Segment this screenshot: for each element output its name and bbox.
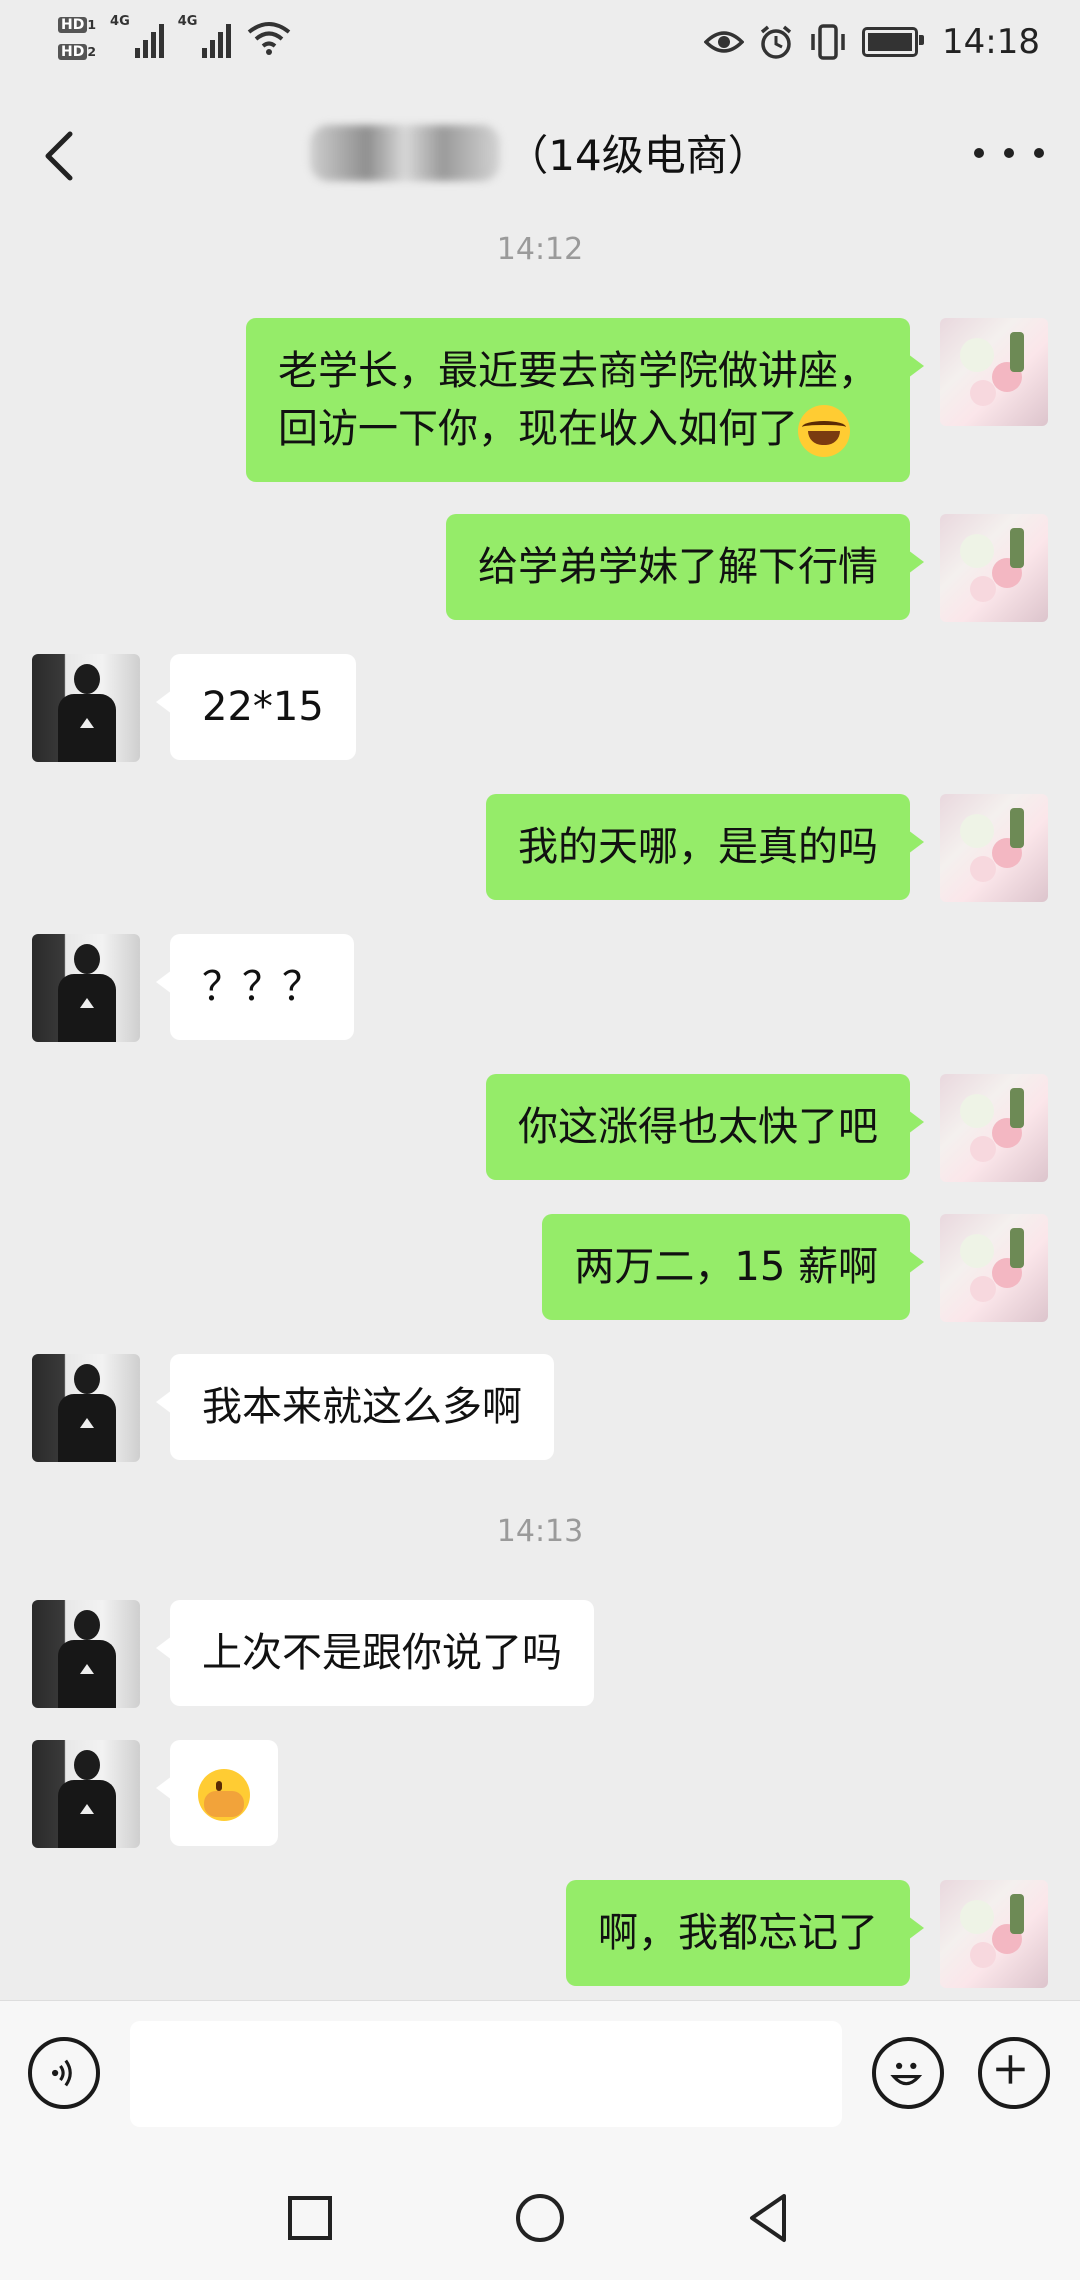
hd2-sub: 2 xyxy=(87,44,97,59)
facepalm-emoji-icon xyxy=(198,1769,250,1821)
message-text: 上次不是跟你说了吗 xyxy=(202,1630,562,1676)
chat-title-text: （14级电商） xyxy=(506,131,770,180)
contact-avatar[interactable] xyxy=(32,934,140,1042)
my-avatar[interactable] xyxy=(940,514,1048,622)
message-input[interactable] xyxy=(130,2021,842,2127)
hd1-sub: 1 xyxy=(87,17,97,32)
hd1-label: HD xyxy=(58,17,88,33)
timestamp: 14:12 xyxy=(496,232,584,267)
plus-icon[interactable] xyxy=(978,2037,1050,2109)
more-options-icon[interactable] xyxy=(974,128,1044,178)
emoji-icon[interactable] xyxy=(872,2037,944,2109)
message-text: 啊，我都忘记了 xyxy=(598,1910,878,1956)
message-bubble-received[interactable] xyxy=(156,1740,278,1846)
message-text: 给学弟学妹了解下行情 xyxy=(478,544,878,590)
chat-title: （14级电商） xyxy=(0,122,1080,183)
message-text: 两万二，15 薪啊 xyxy=(574,1244,878,1290)
hd-voice-indicators: HD 1 HD 2 xyxy=(58,14,96,62)
my-avatar[interactable] xyxy=(940,318,1048,426)
message-text: 我的天哪，是真的吗 xyxy=(518,824,878,870)
battery-icon xyxy=(862,27,925,57)
signal-icon-sim2: 4G xyxy=(178,14,232,58)
home-icon[interactable] xyxy=(510,2188,570,2248)
back-nav-icon[interactable] xyxy=(740,2188,800,2248)
message-text: 22*15 xyxy=(202,684,324,730)
system-nav-bar xyxy=(0,2150,1080,2280)
my-avatar[interactable] xyxy=(940,1074,1048,1182)
message-text: ？？？ xyxy=(202,964,322,1010)
message-text: 回访一下你，现在收入如何了 xyxy=(278,406,798,452)
message-bubble-sent[interactable]: 你这涨得也太快了吧 xyxy=(486,1074,924,1180)
message-bubble-received[interactable]: 22*15 xyxy=(156,654,356,760)
net1-label: 4G xyxy=(110,14,130,29)
status-bar: HD 1 HD 2 4G 4G 14:18 xyxy=(0,0,1080,92)
vibrate-icon xyxy=(811,24,845,60)
voice-icon[interactable] xyxy=(28,2037,100,2109)
hd2-label: HD xyxy=(58,44,88,60)
blurred-contact-name xyxy=(310,124,501,181)
wifi-icon xyxy=(248,22,291,55)
message-bubble-received[interactable]: 我本来就这么多啊 xyxy=(156,1354,554,1460)
recent-apps-icon[interactable] xyxy=(280,2188,340,2248)
laughing-tears-emoji-icon xyxy=(798,405,850,457)
message-text: 你这涨得也太快了吧 xyxy=(518,1104,878,1150)
message-bubble-sent[interactable]: 给学弟学妹了解下行情 xyxy=(446,514,924,620)
status-time: 14:18 xyxy=(942,22,1040,62)
message-bubble-received[interactable]: ？？？ xyxy=(156,934,354,1040)
message-bubble-sent[interactable]: 老学长，最近要去商学院做讲座， 回访一下你，现在收入如何了 xyxy=(246,318,924,482)
contact-avatar[interactable] xyxy=(32,1740,140,1848)
message-text: 老学长，最近要去商学院做讲座， xyxy=(278,348,878,394)
message-bubble-received[interactable]: 上次不是跟你说了吗 xyxy=(156,1600,594,1706)
alarm-icon xyxy=(760,25,792,59)
message-bubble-sent[interactable]: 啊，我都忘记了 xyxy=(566,1880,924,1986)
my-avatar[interactable] xyxy=(940,1880,1048,1988)
net2-label: 4G xyxy=(177,14,198,29)
my-avatar[interactable] xyxy=(940,1214,1048,1322)
timestamp: 14:13 xyxy=(496,1514,584,1549)
contact-avatar[interactable] xyxy=(32,654,140,762)
eye-comfort-icon xyxy=(704,31,745,53)
message-bubble-sent[interactable]: 两万二，15 薪啊 xyxy=(542,1214,924,1320)
signal-icon-sim1: 4G xyxy=(110,14,164,58)
contact-avatar[interactable] xyxy=(32,1354,140,1462)
my-avatar[interactable] xyxy=(940,794,1048,902)
input-bar xyxy=(0,2000,1080,2151)
chat-header: （14级电商） xyxy=(0,92,1080,212)
message-bubble-sent[interactable]: 我的天哪，是真的吗 xyxy=(486,794,924,900)
contact-avatar[interactable] xyxy=(32,1600,140,1708)
message-text: 我本来就这么多啊 xyxy=(202,1384,522,1430)
